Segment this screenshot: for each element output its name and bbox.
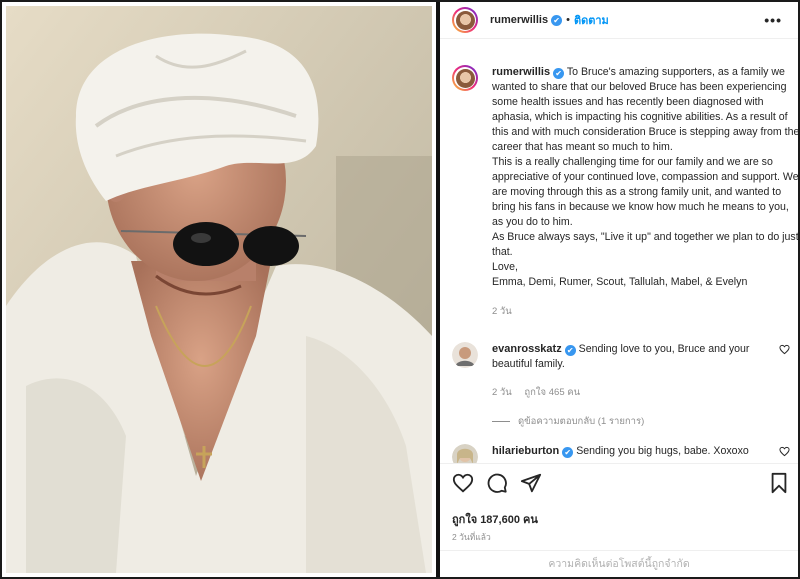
commenter-username[interactable]: hilarieburton bbox=[492, 445, 559, 457]
caption-paragraph: Emma, Demi, Rumer, Scout, Tallulah, Mabe… bbox=[492, 276, 748, 288]
comment-icon[interactable] bbox=[486, 472, 508, 494]
instagram-post-window: rumerwillis ✔ • ติดตาม ••• rumerwillis ✔ … bbox=[0, 0, 800, 579]
separator-dot: • bbox=[566, 14, 570, 26]
more-options-button[interactable]: ••• bbox=[764, 12, 782, 28]
post-side-panel: rumerwillis ✔ • ติดตาม ••• rumerwillis ✔ … bbox=[440, 2, 798, 577]
caption-paragraph: As Bruce always says, "Live it up" and t… bbox=[492, 231, 798, 258]
likes-count[interactable]: ถูกใจ 187,600 คน bbox=[452, 510, 538, 528]
caption-username[interactable]: rumerwillis bbox=[492, 66, 550, 78]
verified-badge-icon: ✔ bbox=[564, 345, 576, 356]
caption-text: rumerwillis ✔ To Bruce's amazing supporte… bbox=[492, 65, 798, 319]
bookmark-icon[interactable] bbox=[768, 472, 790, 494]
comment-item: evanrosskatz ✔ Sending love to you, Bruce… bbox=[452, 342, 790, 432]
post-header: rumerwillis ✔ • ติดตาม ••• bbox=[440, 2, 798, 39]
verified-badge-icon: ✔ bbox=[553, 68, 565, 79]
share-icon[interactable] bbox=[520, 472, 542, 494]
follow-button[interactable]: ติดตาม bbox=[574, 11, 609, 29]
comment-like-count[interactable]: ถูกใจ 465 คน bbox=[524, 387, 580, 398]
comment-item: hilarieburton ✔ Sending you big hugs, bab… bbox=[452, 444, 790, 464]
comments-scroll-area[interactable]: rumerwillis ✔ To Bruce's amazing supporte… bbox=[440, 39, 798, 464]
heart-icon[interactable] bbox=[452, 472, 474, 494]
commenter-avatar[interactable] bbox=[452, 444, 478, 464]
comment-age: 2 วัน bbox=[492, 387, 512, 398]
comment-text: evanrosskatz ✔ Sending love to you, Bruce… bbox=[492, 343, 750, 370]
post-actions-bar bbox=[450, 472, 790, 500]
caption-paragraph: Love, bbox=[492, 261, 518, 273]
comment-text: hilarieburton ✔ Sending you big hugs, bab… bbox=[492, 445, 749, 458]
caption-author-avatar[interactable] bbox=[452, 65, 478, 91]
post-timestamp: 2 วันที่แล้ว bbox=[452, 532, 491, 542]
verified-badge-icon: ✔ bbox=[551, 14, 563, 26]
post-photo[interactable] bbox=[6, 6, 432, 573]
author-avatar[interactable] bbox=[452, 7, 478, 33]
view-replies-link[interactable]: ดูข้อความตอบกลับ (1 รายการ) bbox=[492, 414, 644, 429]
comment-like-heart-icon[interactable] bbox=[779, 446, 790, 457]
commenter-username[interactable]: evanrosskatz bbox=[492, 343, 562, 355]
caption-paragraph: This is a really challenging time for ou… bbox=[492, 156, 798, 228]
post-photo-image bbox=[6, 6, 432, 573]
view-replies-label: ดูข้อความตอบกลับ (1 รายการ) bbox=[518, 416, 645, 427]
caption-age: 2 วัน bbox=[492, 306, 512, 317]
verified-badge-icon: ✔ bbox=[562, 447, 574, 458]
comments-disabled-notice: ความคิดเห็นต่อโพสต์นี้ถูกจำกัด bbox=[440, 550, 798, 577]
comment-like-heart-icon[interactable] bbox=[779, 344, 790, 355]
replies-line bbox=[492, 421, 510, 422]
commenter-avatar[interactable] bbox=[452, 342, 478, 368]
author-username[interactable]: rumerwillis bbox=[490, 14, 548, 26]
caption-paragraph: rumerwillis ✔ To Bruce's amazing supporte… bbox=[492, 66, 798, 153]
comment-meta: 2 วัน ถูกใจ 465 คน bbox=[492, 385, 580, 400]
